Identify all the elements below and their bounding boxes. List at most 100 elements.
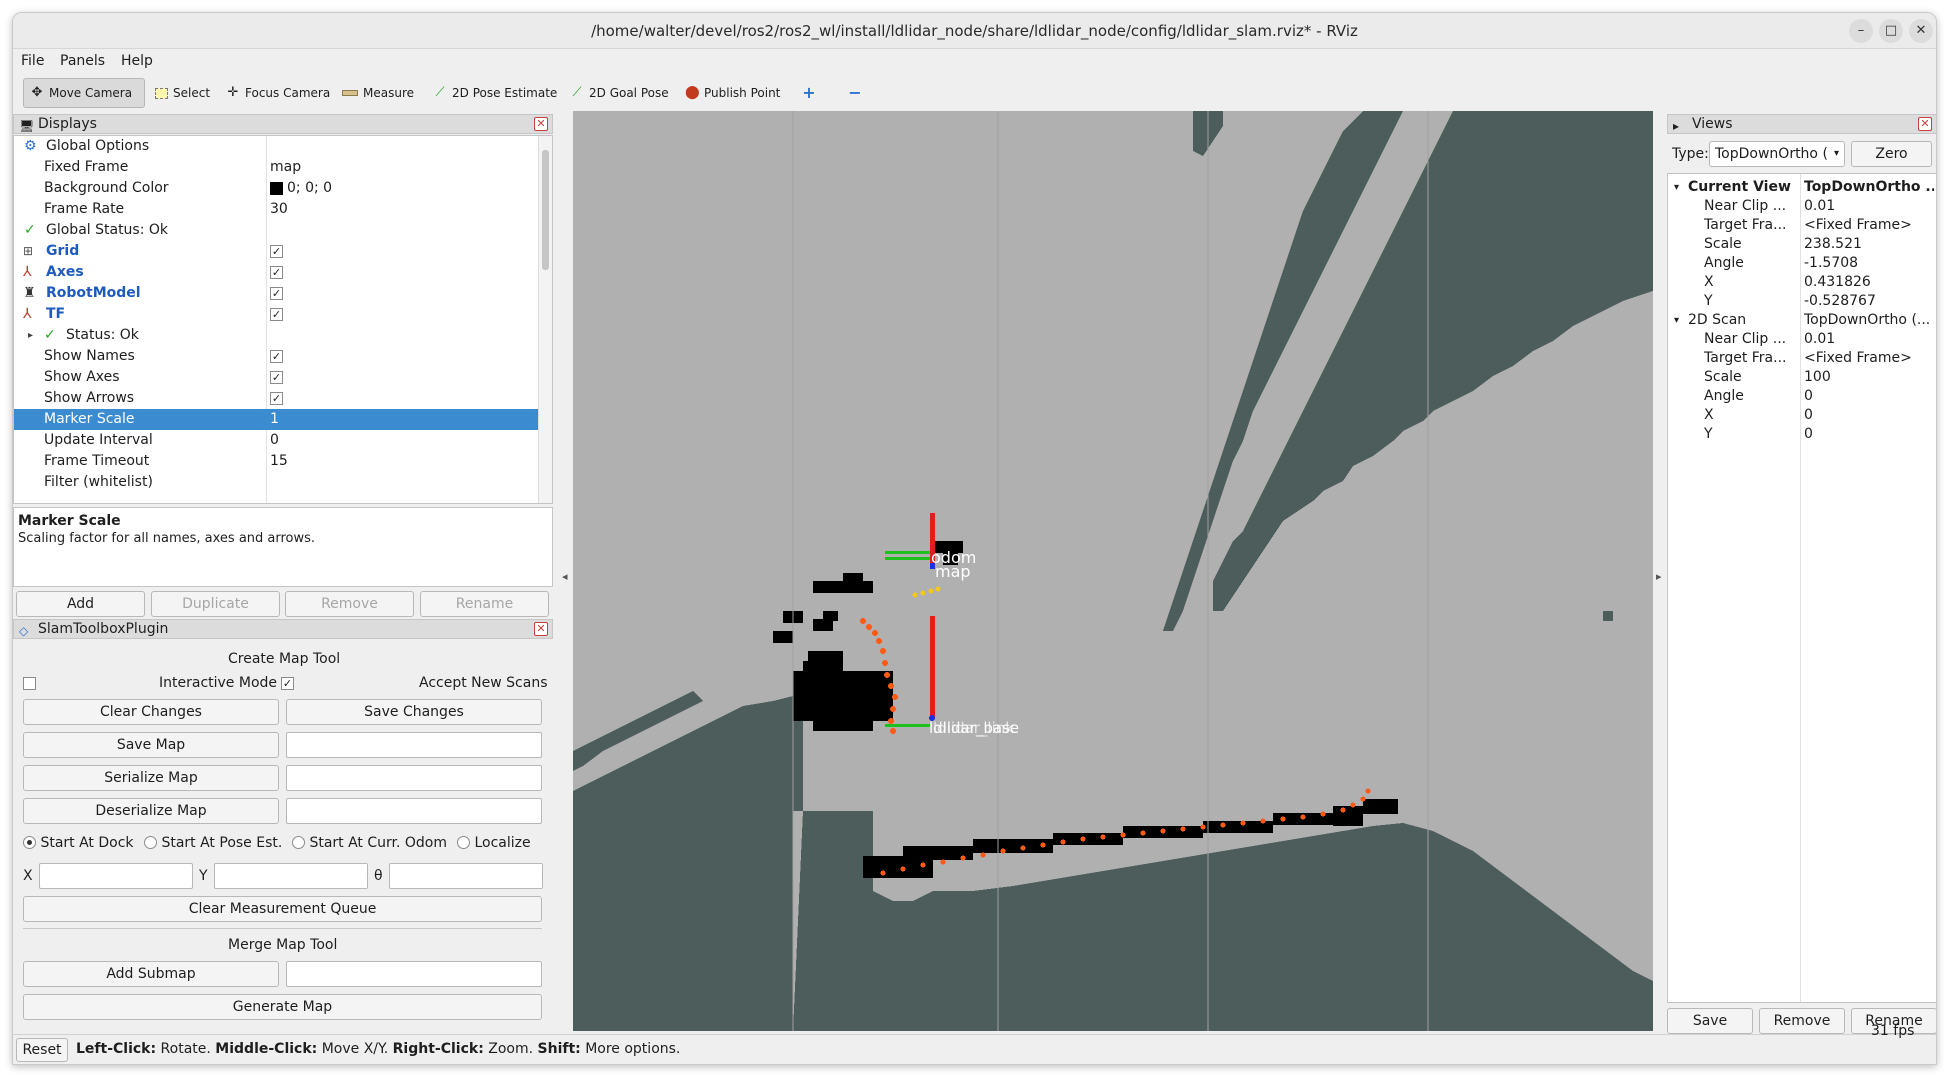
row-value[interactable]: 15 bbox=[270, 451, 288, 472]
row-value[interactable]: map bbox=[270, 157, 301, 178]
row-value[interactable]: 100 bbox=[1804, 368, 1934, 387]
save-view-button[interactable]: Save bbox=[1667, 1008, 1753, 1034]
maximize-button[interactable]: □ bbox=[1879, 19, 1903, 43]
tree-row-tf-status[interactable]: ▸ ✓ Status: Ok bbox=[14, 325, 552, 346]
row-value[interactable]: <Fixed Frame> bbox=[1804, 216, 1934, 235]
collapse-right-icon[interactable]: ▸ bbox=[1656, 570, 1662, 583]
row-value[interactable]: 0 bbox=[270, 430, 279, 451]
save-map-button[interactable]: Save Map bbox=[23, 732, 279, 758]
render-viewport[interactable]: odom map ldlidar_base ldlidar_link bbox=[573, 111, 1653, 1031]
submap-name-input[interactable] bbox=[286, 961, 542, 987]
duplicate-display-button[interactable]: Duplicate bbox=[151, 591, 280, 617]
deserialize-map-name-input[interactable] bbox=[286, 798, 542, 824]
close-views-icon[interactable]: ✕ bbox=[1918, 117, 1932, 131]
view-row-y[interactable]: Y -0.528767 bbox=[1668, 292, 1936, 311]
expand-arrow-icon[interactable]: ▸ bbox=[28, 325, 33, 346]
unnamed-checkbox[interactable] bbox=[23, 677, 36, 690]
remove-display-button[interactable]: Remove bbox=[285, 591, 414, 617]
serialize-map-name-input[interactable] bbox=[286, 765, 542, 791]
move-camera-tool[interactable]: ✥ Move Camera bbox=[23, 78, 145, 108]
view-type-select[interactable]: TopDownOrtho ( ▾ bbox=[1709, 141, 1845, 167]
view-row-angle[interactable]: Angle 0 bbox=[1668, 387, 1936, 406]
generate-map-button[interactable]: Generate Map bbox=[23, 994, 542, 1020]
deserialize-map-button[interactable]: Deserialize Map bbox=[23, 798, 279, 824]
view-row-near-clip[interactable]: Near Clip ... 0.01 bbox=[1668, 197, 1936, 216]
tree-row-robotmodel[interactable]: ♜ RobotModel ✓ bbox=[14, 283, 552, 304]
theta-input[interactable] bbox=[389, 863, 543, 889]
grid-checkbox[interactable]: ✓ bbox=[270, 241, 283, 262]
remove-tool-button[interactable]: − bbox=[842, 78, 868, 108]
tree-row-show-arrows[interactable]: Show Arrows ✓ bbox=[14, 388, 552, 409]
interactive-mode-checkbox[interactable]: ✓ bbox=[281, 677, 294, 690]
rename-display-button[interactable]: Rename bbox=[420, 591, 549, 617]
tf-checkbox[interactable]: ✓ bbox=[270, 304, 283, 325]
publish-point-tool[interactable]: ⬤ Publish Point bbox=[679, 78, 786, 108]
row-value[interactable]: <Fixed Frame> bbox=[1804, 349, 1934, 368]
localize-radio[interactable]: Localize bbox=[457, 835, 531, 851]
x-input[interactable] bbox=[39, 863, 193, 889]
clear-measurement-queue-button[interactable]: Clear Measurement Queue bbox=[23, 896, 542, 922]
show-arrows-checkbox[interactable]: ✓ bbox=[270, 388, 283, 409]
tree-row-global-status[interactable]: ✓ Global Status: Ok bbox=[14, 220, 552, 241]
tree-row-grid[interactable]: ⊞ Grid ✓ bbox=[14, 241, 552, 262]
start-at-curr-odom-radio[interactable]: Start At Curr. Odom bbox=[292, 835, 447, 851]
row-value[interactable]: 238.521 bbox=[1804, 235, 1934, 254]
goal-pose-tool[interactable]: ⟋ 2D Goal Pose bbox=[564, 78, 675, 108]
view-row-y[interactable]: Y 0 bbox=[1668, 425, 1936, 444]
add-display-button[interactable]: Add bbox=[16, 591, 145, 617]
row-value[interactable]: 0 bbox=[1804, 406, 1934, 425]
tree-row-global-options[interactable]: ⚙ Global Options bbox=[14, 136, 552, 157]
displays-scrollbar[interactable] bbox=[538, 136, 552, 503]
close-button[interactable]: ✕ bbox=[1909, 19, 1933, 43]
row-value[interactable]: 0.01 bbox=[1804, 330, 1934, 349]
clear-changes-button[interactable]: Clear Changes bbox=[23, 699, 279, 725]
start-at-dock-radio[interactable]: Start At Dock bbox=[23, 835, 134, 851]
view-row-target-frame[interactable]: Target Fra... <Fixed Frame> bbox=[1668, 349, 1936, 368]
tree-row-fixed-frame[interactable]: Fixed Frame map bbox=[14, 157, 552, 178]
view-row-target-frame[interactable]: Target Fra... <Fixed Frame> bbox=[1668, 216, 1936, 235]
scrollbar-thumb[interactable] bbox=[542, 150, 549, 270]
add-tool-button[interactable]: + bbox=[796, 78, 822, 108]
tree-row-show-names[interactable]: Show Names ✓ bbox=[14, 346, 552, 367]
view-row-2d-scan[interactable]: ▾ 2D Scan TopDownOrtho (... bbox=[1668, 311, 1936, 330]
start-at-pose-est-radio[interactable]: Start At Pose Est. bbox=[144, 835, 282, 851]
view-row-x[interactable]: X 0 bbox=[1668, 406, 1936, 425]
menu-panels[interactable]: Panels bbox=[60, 53, 105, 69]
row-value[interactable]: 1 bbox=[270, 409, 279, 430]
view-row-x[interactable]: X 0.431826 bbox=[1668, 273, 1936, 292]
view-row-current-view[interactable]: ▾ Current View TopDownOrtho ... bbox=[1668, 178, 1936, 197]
tree-row-frame-rate[interactable]: Frame Rate 30 bbox=[14, 199, 552, 220]
row-value[interactable]: -1.5708 bbox=[1804, 254, 1934, 273]
row-value[interactable]: 0 bbox=[1804, 387, 1934, 406]
expand-arrow-icon[interactable]: ▾ bbox=[1674, 311, 1679, 330]
pose-estimate-tool[interactable]: ⟋ 2D Pose Estimate bbox=[427, 78, 563, 108]
row-value[interactable]: 0.01 bbox=[1804, 197, 1934, 216]
reset-button[interactable]: Reset bbox=[16, 1038, 68, 1062]
tree-row-tf[interactable]: ⅄ TF ✓ bbox=[14, 304, 552, 325]
row-value[interactable]: 0.431826 bbox=[1804, 273, 1934, 292]
select-tool[interactable]: Select bbox=[149, 78, 216, 108]
tree-row-background-color[interactable]: Background Color 0; 0; 0 bbox=[14, 178, 552, 199]
tree-row-update-interval[interactable]: Update Interval 0 bbox=[14, 430, 552, 451]
row-value-color[interactable]: 0; 0; 0 bbox=[270, 178, 332, 199]
axes-checkbox[interactable]: ✓ bbox=[270, 262, 283, 283]
tree-row-filter-whitelist[interactable]: Filter (whitelist) bbox=[14, 472, 552, 493]
menu-help[interactable]: Help bbox=[121, 53, 153, 69]
row-value[interactable]: -0.528767 bbox=[1804, 292, 1934, 311]
expand-arrow-icon[interactable]: ▾ bbox=[1674, 178, 1679, 197]
accept-new-scans-label[interactable]: Accept New Scans bbox=[419, 675, 547, 691]
tree-row-show-axes[interactable]: Show Axes ✓ bbox=[14, 367, 552, 388]
y-input[interactable] bbox=[214, 863, 368, 889]
menu-file[interactable]: File bbox=[21, 53, 44, 69]
tree-row-frame-timeout[interactable]: Frame Timeout 15 bbox=[14, 451, 552, 472]
tree-row-marker-scale[interactable]: Marker Scale 1 bbox=[14, 409, 539, 430]
robotmodel-checkbox[interactable]: ✓ bbox=[270, 283, 283, 304]
focus-camera-tool[interactable]: ✛ Focus Camera bbox=[220, 78, 336, 108]
serialize-map-button[interactable]: Serialize Map bbox=[23, 765, 279, 791]
save-map-name-input[interactable] bbox=[286, 732, 542, 758]
close-slam-icon[interactable]: ✕ bbox=[534, 622, 548, 636]
view-row-near-clip[interactable]: Near Clip ... 0.01 bbox=[1668, 330, 1936, 349]
view-row-scale[interactable]: Scale 238.521 bbox=[1668, 235, 1936, 254]
close-displays-icon[interactable]: ✕ bbox=[534, 117, 548, 131]
view-row-angle[interactable]: Angle -1.5708 bbox=[1668, 254, 1936, 273]
